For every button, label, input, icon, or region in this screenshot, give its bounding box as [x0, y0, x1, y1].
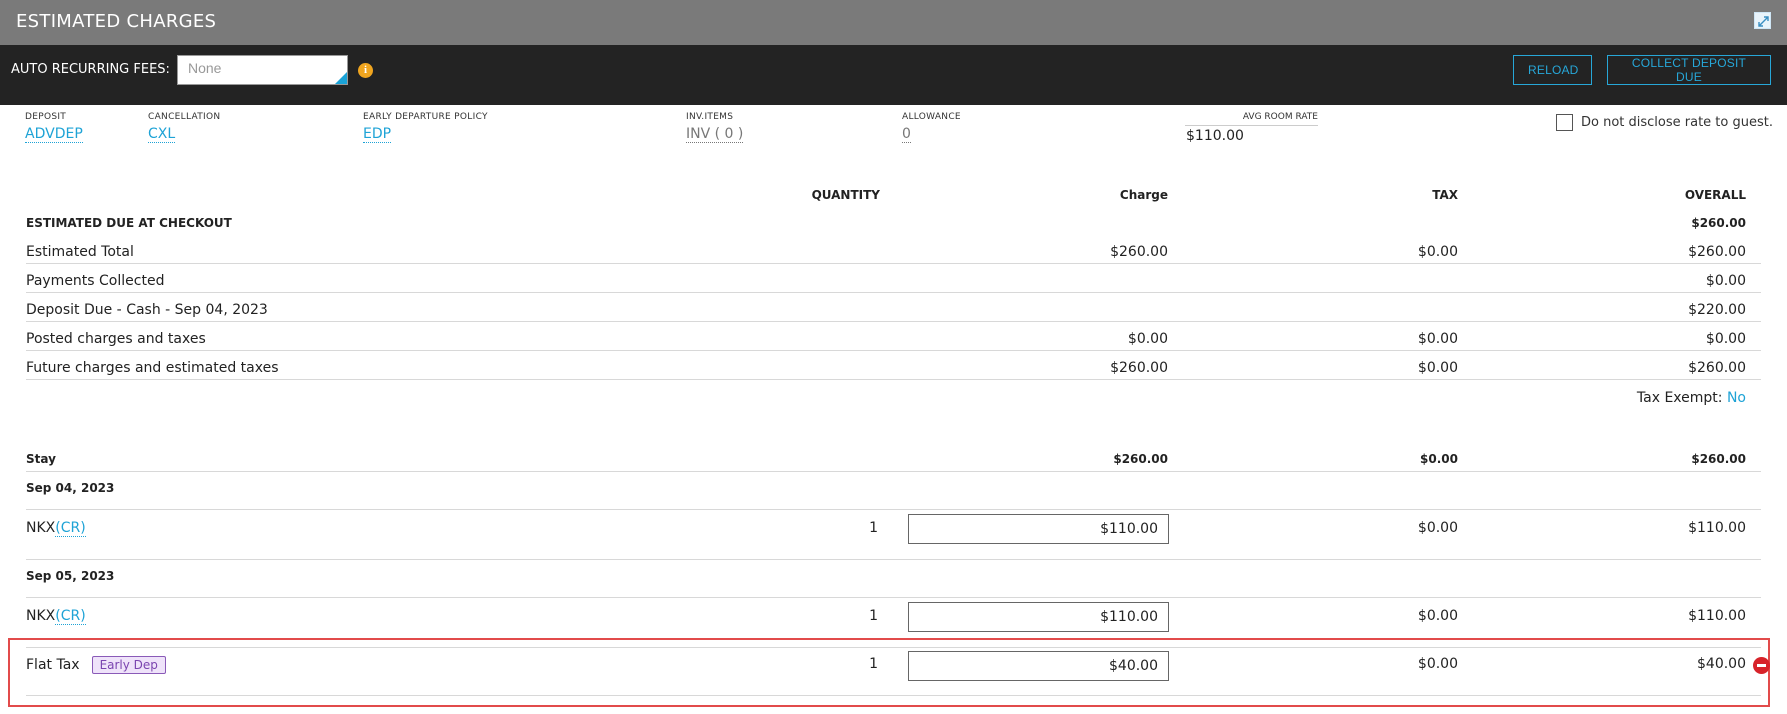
table-row: NKX(CR) 1 $0.00 $110.00 — [26, 520, 1761, 560]
toolbar: AUTO RECURRING FEES: None i RELOAD COLLE… — [0, 45, 1787, 105]
expand-icon[interactable] — [1754, 12, 1771, 29]
inv-items-link[interactable]: INV ( 0 ) — [686, 127, 744, 143]
row-tax: $0.00 — [1417, 520, 1458, 536]
table-row: Future charges and estimated taxes $260.… — [26, 360, 1761, 380]
row-overall: $110.00 — [1688, 520, 1746, 536]
row-label: Future charges and estimated taxes — [26, 360, 279, 376]
row-charge: $0.00 — [1127, 331, 1168, 347]
tax-exempt: Tax Exempt: No — [1560, 390, 1746, 406]
stay-label: Stay — [26, 452, 56, 466]
avg-room-rate-label: AVG ROOM RATE — [1242, 112, 1318, 122]
row-tax: $0.00 — [1417, 656, 1458, 672]
row-overall: $110.00 — [1688, 608, 1746, 624]
column-tax: TAX — [1432, 188, 1458, 202]
auto-recurring-fees-input[interactable]: None — [177, 55, 348, 85]
info-icon[interactable]: i — [358, 63, 373, 78]
stay-charge: $260.00 — [1113, 452, 1168, 466]
no-disclose-label: Do not disclose rate to guest. — [1581, 115, 1773, 130]
row-charge: $260.00 — [1110, 244, 1168, 260]
row-overall: $0.00 — [1705, 331, 1746, 347]
window-title: ESTIMATED CHARGES — [16, 11, 217, 32]
policy-allowance: ALLOWANCE 0 — [902, 112, 961, 143]
row-quantity: 1 — [869, 656, 878, 672]
item-cr-link[interactable]: (CR) — [55, 608, 86, 625]
early-dep-tag: Early Dep — [91, 656, 166, 674]
column-charge: Charge — [1119, 188, 1168, 202]
deposit-label: DEPOSIT — [25, 112, 67, 122]
row-label: Deposit Due - Cash - Sep 04, 2023 — [26, 302, 268, 318]
row-quantity: 1 — [869, 520, 878, 536]
allowance-link[interactable]: 0 — [902, 127, 911, 143]
window-title-bar: ESTIMATED CHARGES — [0, 0, 1787, 45]
collect-deposit-due-button[interactable]: COLLECT DEPOSIT DUE — [1607, 55, 1771, 85]
column-overall: OVERALL — [1684, 188, 1746, 202]
date-label: Sep 04, 2023 — [26, 481, 115, 495]
flat-tax-label: Flat Tax — [26, 657, 80, 673]
deposit-link[interactable]: ADVDEP — [25, 127, 83, 143]
early-departure-label: EARLY DEPARTURE POLICY — [363, 112, 488, 122]
date-row: Sep 04, 2023 — [26, 481, 1761, 510]
charge-input[interactable]: $110.00 — [908, 602, 1169, 632]
row-quantity: 1 — [869, 608, 878, 624]
stay-overall: $260.00 — [1691, 452, 1746, 466]
row-tax: $0.00 — [1417, 244, 1458, 260]
policy-deposit: DEPOSIT ADVDEP — [25, 112, 83, 143]
item-name: NKX(CR) — [26, 520, 86, 537]
table-row: Estimated Total $260.00 $0.00 $260.00 — [26, 244, 1761, 264]
charge-input[interactable]: $40.00 — [908, 651, 1169, 681]
cancellation-link[interactable]: CXL — [148, 127, 176, 143]
row-tax: $0.00 — [1417, 608, 1458, 624]
row-tax: $0.00 — [1417, 360, 1458, 376]
row-charge: $260.00 — [1110, 360, 1168, 376]
item-name: NKX(CR) — [26, 608, 86, 625]
date-label: Sep 05, 2023 — [26, 569, 115, 583]
summary-heading-overall: $260.00 — [1691, 216, 1746, 230]
no-disclose-checkbox[interactable] — [1556, 114, 1573, 131]
row-label: Payments Collected — [26, 273, 165, 289]
inv-items-label: INV.ITEMS — [686, 112, 734, 122]
stay-row: Stay $260.00 $0.00 $260.00 — [26, 452, 1761, 472]
row-overall: $220.00 — [1688, 302, 1746, 318]
column-quantity: QUANTITY — [811, 188, 880, 202]
row-overall: $0.00 — [1705, 273, 1746, 289]
table-row: Payments Collected $0.00 — [26, 273, 1761, 293]
auto-recurring-fees-placeholder: None — [188, 60, 222, 76]
row-overall: $40.00 — [1697, 656, 1746, 672]
policy-early-departure: EARLY DEPARTURE POLICY EDP — [363, 112, 488, 143]
dropdown-corner-icon — [335, 72, 347, 84]
avg-room-rate-value: $110.00 — [1186, 128, 1244, 144]
tax-exempt-label: Tax Exempt: — [1636, 390, 1723, 406]
date-row: Sep 05, 2023 — [26, 569, 1761, 598]
row-overall: $260.00 — [1688, 360, 1746, 376]
auto-recurring-fees-label: AUTO RECURRING FEES: — [11, 62, 170, 77]
table-row: Flat Tax Early Dep 1 $0.00 $40.00 — [26, 656, 1761, 696]
stay-tax: $0.00 — [1420, 452, 1458, 466]
summary-heading-row: ESTIMATED DUE AT CHECKOUT $260.00 — [26, 216, 1761, 234]
flat-tax-label-wrap: Flat Tax Early Dep — [26, 656, 166, 674]
row-label: Estimated Total — [26, 244, 134, 260]
table-row: Deposit Due - Cash - Sep 04, 2023 $220.0… — [26, 302, 1761, 322]
row-tax: $0.00 — [1417, 331, 1458, 347]
policy-inv-items: INV.ITEMS INV ( 0 ) — [686, 112, 744, 143]
avg-room-rate-header: AVG ROOM RATE — [1185, 112, 1318, 126]
remove-icon[interactable] — [1753, 657, 1770, 674]
cancellation-label: CANCELLATION — [148, 112, 221, 122]
row-overall: $260.00 — [1688, 244, 1746, 260]
reload-button[interactable]: RELOAD — [1513, 55, 1592, 85]
tax-exempt-value-link[interactable]: No — [1727, 390, 1746, 406]
policy-cancellation: CANCELLATION CXL — [148, 112, 220, 143]
no-disclose-rate: Do not disclose rate to guest. — [1556, 114, 1773, 131]
item-cr-link[interactable]: (CR) — [55, 520, 86, 537]
row-label: Posted charges and taxes — [26, 331, 206, 347]
table-row: Posted charges and taxes $0.00 $0.00 $0.… — [26, 331, 1761, 351]
summary-heading: ESTIMATED DUE AT CHECKOUT — [26, 216, 232, 230]
charge-input[interactable]: $110.00 — [908, 514, 1169, 544]
early-departure-link[interactable]: EDP — [363, 127, 392, 143]
allowance-label: ALLOWANCE — [902, 112, 961, 122]
